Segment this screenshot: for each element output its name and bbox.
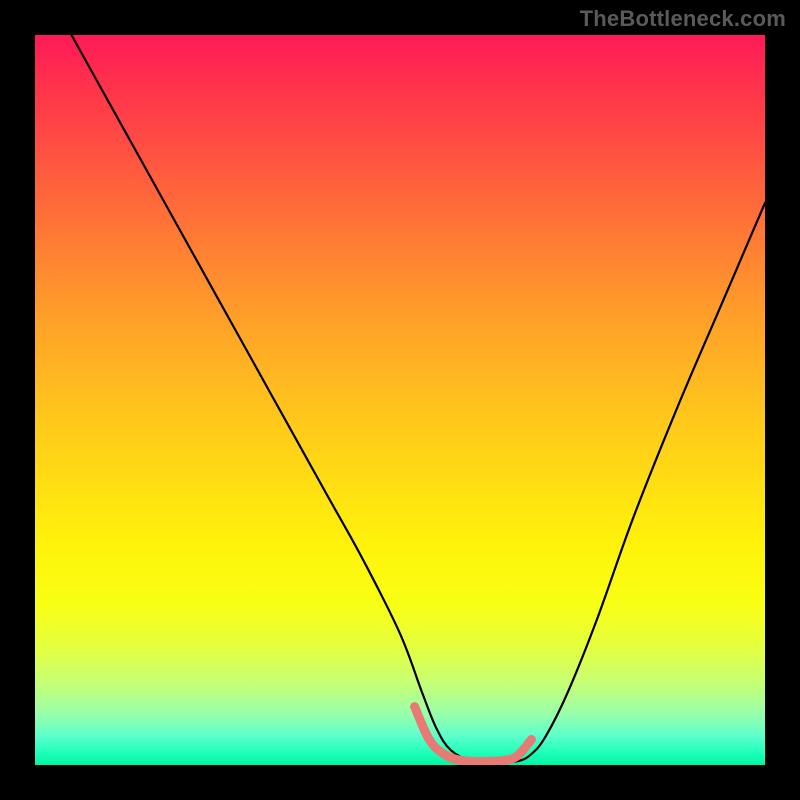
chart-svg [35,35,765,765]
valley-highlight [415,707,532,762]
bottleneck-curve [72,35,766,762]
chart-container: TheBottleneck.com [0,0,800,800]
watermark-text: TheBottleneck.com [580,6,786,32]
plot-area [35,35,765,765]
